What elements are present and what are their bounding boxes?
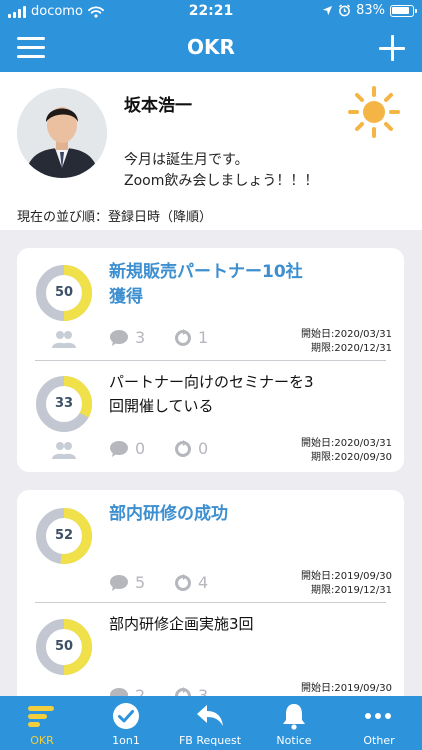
members-icon[interactable]	[52, 330, 76, 348]
tab-notice[interactable]: Notice	[252, 696, 336, 750]
okr-card: 52 部内研修の成功 5 4 開始日:2019/09/30 期限:2019/12…	[17, 490, 404, 720]
sun-icon	[348, 86, 400, 138]
progress-value: 50	[54, 639, 74, 654]
add-okr-button[interactable]	[379, 35, 405, 61]
location-icon	[323, 5, 333, 16]
progress-value: 33	[54, 396, 74, 411]
nav-bar: OKR	[0, 24, 422, 72]
reaction-icon	[175, 328, 191, 346]
tab-1on1[interactable]: 1on1	[84, 696, 168, 750]
reaction-count[interactable]: 4	[174, 573, 208, 592]
profile-message: 今月は誕生月です。 Zoom飲み会しましょう！！！	[124, 152, 319, 189]
reaction-icon	[175, 439, 191, 457]
objective-title: 部内研修の成功	[109, 504, 228, 524]
reply-arrow-icon	[197, 705, 223, 726]
battery-percent: 83%	[356, 3, 385, 18]
members-icon[interactable]	[52, 441, 76, 459]
okr-card: 50 新規販売パートナー10社 獲得 3 1 開始日:2020/03/31 期限…	[17, 248, 404, 472]
comment-count[interactable]: 0	[109, 439, 145, 458]
reaction-count[interactable]: 0	[174, 439, 208, 458]
more-dots-icon	[365, 713, 391, 719]
tab-okr[interactable]: OKR	[0, 696, 84, 750]
bell-icon	[283, 704, 305, 730]
progress-value: 52	[54, 528, 74, 543]
objective-title: 新規販売パートナー10社 獲得	[109, 262, 303, 307]
objective-dates: 開始日:2020/03/31 期限:2020/12/31	[300, 329, 392, 354]
comment-icon	[110, 574, 128, 591]
check-circle-icon	[113, 703, 139, 729]
alarm-icon	[338, 4, 351, 17]
reaction-count[interactable]: 1	[174, 328, 208, 347]
sort-order-label[interactable]: 現在の並び順：登録日時（降順）	[17, 206, 212, 225]
tab-fb-request[interactable]: FB Request	[168, 696, 252, 750]
objective-item[interactable]: 52 部内研修の成功 5 4 開始日:2019/09/30 期限:2019/12…	[17, 490, 404, 602]
reaction-icon	[175, 573, 191, 591]
key-result-text: パートナー向けのセミナーを3 回開催している	[109, 373, 314, 415]
status-bar: docomo 22:21 83%	[0, 0, 422, 24]
okr-list-icon	[28, 706, 54, 727]
objective-item[interactable]: 50 新規販売パートナー10社 獲得 3 1 開始日:2020/03/31 期限…	[17, 248, 404, 360]
page-title: OKR	[187, 35, 235, 59]
key-result-dates: 開始日:2020/03/31 期限:2020/09/30	[300, 438, 392, 463]
avatar[interactable]	[17, 88, 107, 178]
comment-icon	[110, 329, 128, 346]
tab-bar: OKR 1on1 FB Request Notice Other	[0, 696, 422, 750]
battery-icon	[390, 4, 417, 17]
key-result-dates: 開始日:2019/09/30	[300, 683, 392, 694]
tab-other[interactable]: Other	[336, 696, 422, 750]
progress-value: 50	[54, 285, 74, 300]
comment-count[interactable]: 3	[109, 328, 145, 347]
profile-header: 坂本浩一 今月は誕生月です。 Zoom飲み会しましょう！！！ 現在の並び順：登録…	[0, 72, 422, 230]
objective-dates: 開始日:2019/09/30 期限:2019/12/31	[300, 571, 392, 596]
profile-name: 坂本浩一	[124, 96, 192, 116]
comment-count[interactable]: 5	[109, 573, 145, 592]
key-result-text: 部内研修企画実施3回	[109, 615, 254, 633]
key-result-item[interactable]: 33 パートナー向けのセミナーを3 回開催している 0 0 開始日:2020/0…	[17, 360, 404, 472]
comment-icon	[110, 440, 128, 457]
